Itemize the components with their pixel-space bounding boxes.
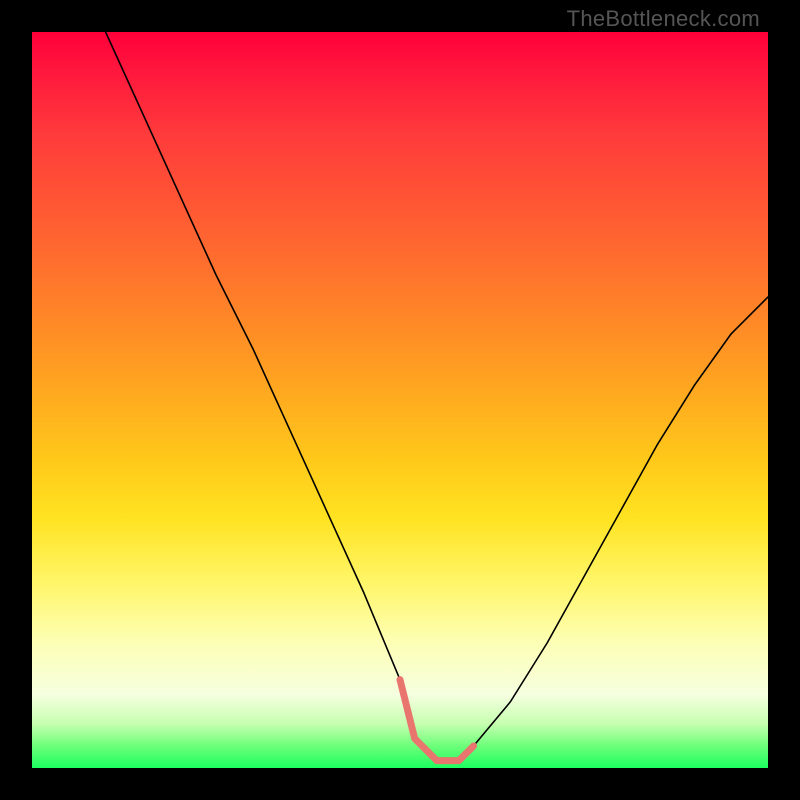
series-highlight-segment bbox=[400, 680, 474, 761]
chart-frame: TheBottleneck.com bbox=[0, 0, 800, 800]
watermark-text: TheBottleneck.com bbox=[567, 6, 760, 32]
series-main-curve bbox=[106, 32, 768, 761]
series-group bbox=[106, 32, 768, 761]
plot-area bbox=[32, 32, 768, 768]
chart-svg bbox=[32, 32, 768, 768]
